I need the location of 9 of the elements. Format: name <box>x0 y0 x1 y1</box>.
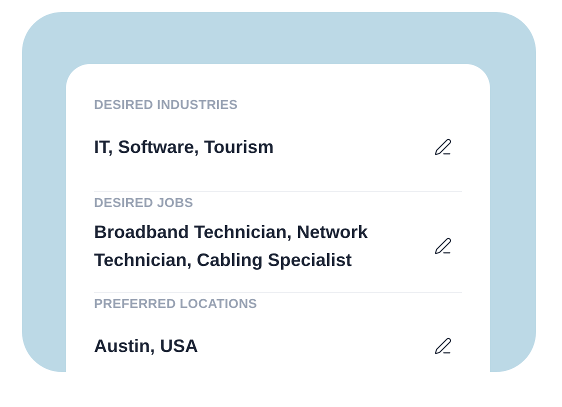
section-value: Broadband Technician, Network Technician, Cabling Specialist <box>94 221 369 272</box>
section-label: DESIRED INDUSTRIES <box>94 96 239 114</box>
pencil-icon <box>434 237 452 255</box>
section-value: Austin, USA <box>94 334 200 358</box>
pencil-icon <box>434 336 452 354</box>
section-label: DESIRED JOBS <box>94 194 194 212</box>
pencil-icon <box>434 138 452 156</box>
section-value: IT, Software, Tourism <box>94 136 275 158</box>
section-label: PREFERRED LOCATIONS <box>94 295 258 313</box>
